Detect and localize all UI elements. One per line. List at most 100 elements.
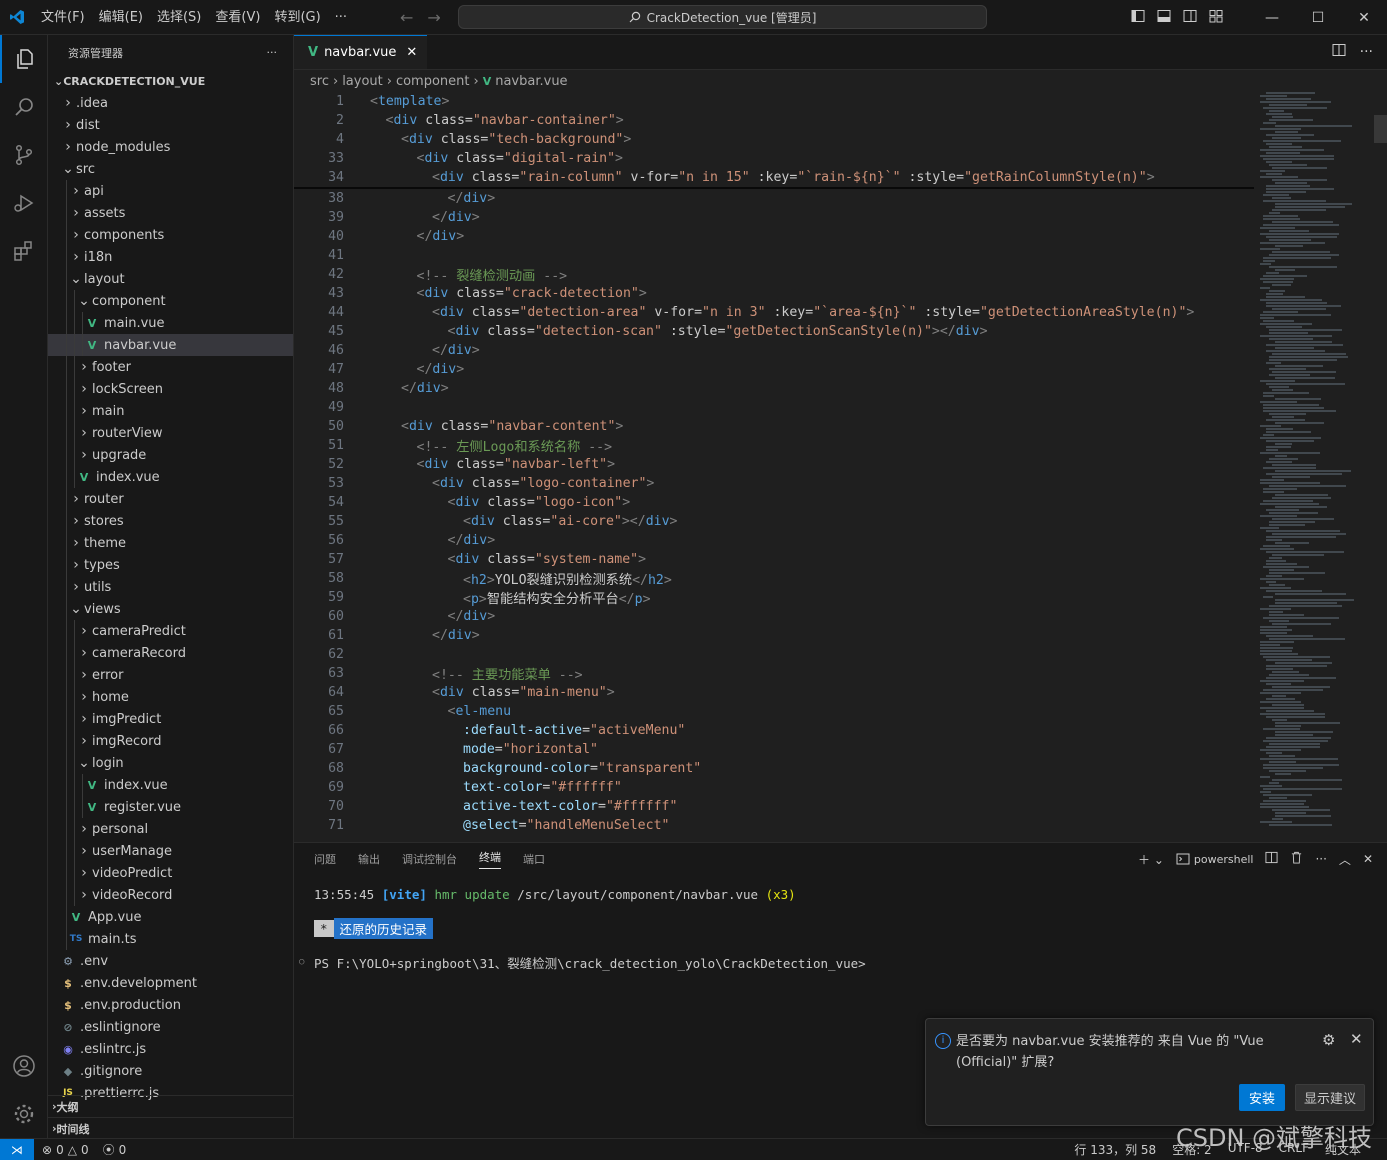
tree-item[interactable]: › error bbox=[48, 664, 293, 686]
tree-item[interactable]: › cameraPredict bbox=[48, 620, 293, 642]
back-arrow-icon[interactable]: ← bbox=[400, 8, 413, 27]
tree-item[interactable]: › cameraRecord bbox=[48, 642, 293, 664]
remote-indicator-icon[interactable]: ⋊ bbox=[0, 1138, 34, 1160]
show-recommendations-button[interactable]: 显示建议 bbox=[1295, 1084, 1365, 1111]
breadcrumb-layout[interactable]: layout bbox=[342, 74, 383, 89]
tree-item[interactable]: › node_modules bbox=[48, 136, 293, 158]
problems-status[interactable]: ⊗ 0 △ 0 bbox=[42, 1141, 89, 1158]
tree-item[interactable]: V App.vue bbox=[48, 906, 293, 928]
install-button[interactable]: 安装 bbox=[1239, 1084, 1285, 1111]
project-root[interactable]: ⌄ CRACKDETECTION_VUE bbox=[48, 70, 293, 92]
tree-item[interactable]: › utils bbox=[48, 576, 293, 598]
tree-item[interactable]: › stores bbox=[48, 510, 293, 532]
split-editor-icon[interactable] bbox=[1332, 43, 1346, 61]
forward-arrow-icon[interactable]: → bbox=[427, 8, 440, 27]
tree-item[interactable]: ◆ .gitignore bbox=[48, 1060, 293, 1082]
tab-terminal[interactable]: 终端 bbox=[479, 849, 501, 869]
search-activity-icon[interactable] bbox=[0, 83, 48, 131]
tree-item[interactable]: ⌄ src bbox=[48, 158, 293, 180]
tab-output[interactable]: 输出 bbox=[358, 851, 380, 867]
menu-edit[interactable]: 编辑(E) bbox=[92, 0, 150, 35]
tree-item[interactable]: › personal bbox=[48, 818, 293, 840]
tree-item[interactable]: ⌄ login bbox=[48, 752, 293, 774]
tree-item[interactable]: › i18n bbox=[48, 246, 293, 268]
minimize-icon[interactable]: — bbox=[1249, 10, 1295, 26]
tree-item[interactable]: › videoPredict bbox=[48, 862, 293, 884]
close-window-icon[interactable]: ✕ bbox=[1341, 10, 1387, 26]
tree-item[interactable]: ⊘ .eslintignore bbox=[48, 1016, 293, 1038]
tree-item[interactable]: › home bbox=[48, 686, 293, 708]
tree-item[interactable]: Vnavbar.vue bbox=[48, 334, 293, 356]
tree-item[interactable]: › dist bbox=[48, 114, 293, 136]
code-editor[interactable]: 1 <template> 2 <div class="navbar-container… bbox=[294, 92, 1254, 842]
tree-item[interactable]: Vregister.vue bbox=[48, 796, 293, 818]
tree-item[interactable]: ⚙ .env bbox=[48, 950, 293, 972]
tree-item[interactable]: › userManage bbox=[48, 840, 293, 862]
menu-more[interactable]: ··· bbox=[328, 0, 354, 35]
minimap[interactable] bbox=[1256, 92, 1374, 842]
toggle-secondary-sidebar-icon[interactable] bbox=[1177, 9, 1203, 27]
account-icon[interactable] bbox=[0, 1042, 48, 1090]
tree-item[interactable]: › lockScreen bbox=[48, 378, 293, 400]
breadcrumb-component[interactable]: component bbox=[396, 74, 470, 89]
tree-item[interactable]: › components bbox=[48, 224, 293, 246]
explorer-more-icon[interactable]: ··· bbox=[267, 46, 278, 59]
toggle-panel-icon[interactable] bbox=[1151, 9, 1177, 27]
tree-item[interactable]: › footer bbox=[48, 356, 293, 378]
tree-item[interactable]: Vindex.vue bbox=[48, 774, 293, 796]
kill-terminal-trash-icon[interactable] bbox=[1290, 851, 1303, 867]
tree-item[interactable]: ◉ .eslintrc.js bbox=[48, 1038, 293, 1060]
menu-go[interactable]: 转到(G) bbox=[267, 0, 327, 35]
new-terminal-plus-icon[interactable]: ＋ ⌄ bbox=[1138, 851, 1164, 868]
tree-item[interactable]: › theme bbox=[48, 532, 293, 554]
tree-item[interactable]: ⌄ views bbox=[48, 598, 293, 620]
tree-item[interactable]: › videoRecord bbox=[48, 884, 293, 906]
tree-item[interactable]: TS main.ts bbox=[48, 928, 293, 950]
tree-item[interactable]: › assets bbox=[48, 202, 293, 224]
editor-more-icon[interactable]: ··· bbox=[1360, 44, 1373, 60]
customize-layout-icon[interactable] bbox=[1203, 9, 1229, 27]
maximize-panel-chevron-up-icon[interactable]: ︿ bbox=[1339, 851, 1351, 868]
close-tab-icon[interactable]: ✕ bbox=[406, 45, 417, 60]
split-terminal-icon[interactable] bbox=[1265, 851, 1279, 867]
tree-item[interactable]: Vmain.vue bbox=[48, 312, 293, 334]
timeline-section[interactable]: › 时间线 bbox=[48, 1117, 293, 1138]
menu-view[interactable]: 查看(V) bbox=[208, 0, 267, 35]
outline-section[interactable]: › 大纲 bbox=[48, 1095, 293, 1117]
tree-item[interactable]: ⌄ component bbox=[48, 290, 293, 312]
breadcrumb-src[interactable]: src bbox=[310, 74, 329, 89]
editor-scrollbar[interactable] bbox=[1374, 115, 1387, 143]
source-control-icon[interactable] bbox=[0, 131, 48, 179]
breadcrumb-file[interactable]: navbar.vue bbox=[495, 74, 567, 89]
terminal-output[interactable]: 13:55:45 [vite] hmr update /src/layout/c… bbox=[299, 883, 866, 973]
tree-item[interactable]: › upgrade bbox=[48, 444, 293, 466]
menu-file[interactable]: 文件(F) bbox=[34, 0, 92, 35]
tab-problems[interactable]: 问题 bbox=[314, 851, 336, 867]
close-panel-icon[interactable]: ✕ bbox=[1363, 852, 1373, 866]
ports-status[interactable]: ⦿ 0 bbox=[103, 1141, 127, 1158]
maximize-icon[interactable]: ☐ bbox=[1295, 10, 1341, 26]
tree-item[interactable]: › main bbox=[48, 400, 293, 422]
tree-item[interactable]: ⌄ layout bbox=[48, 268, 293, 290]
tab-ports[interactable]: 端口 bbox=[523, 851, 545, 867]
cursor-position[interactable]: 行 133，列 58 bbox=[1074, 1141, 1156, 1158]
notification-close-icon[interactable]: ✕ bbox=[1350, 1030, 1363, 1048]
tree-item[interactable]: › router bbox=[48, 488, 293, 510]
tree-item[interactable]: $ .env.production bbox=[48, 994, 293, 1016]
tab-debug-console[interactable]: 调试控制台 bbox=[402, 851, 457, 867]
tree-item[interactable]: › imgRecord bbox=[48, 730, 293, 752]
tree-item[interactable]: › api bbox=[48, 180, 293, 202]
explorer-icon[interactable] bbox=[0, 35, 48, 83]
tree-item[interactable]: › types bbox=[48, 554, 293, 576]
tree-item[interactable]: › imgPredict bbox=[48, 708, 293, 730]
tree-item[interactable]: Vindex.vue bbox=[48, 466, 293, 488]
tab-navbar-vue[interactable]: V navbar.vue ✕ bbox=[294, 35, 428, 69]
notification-gear-icon[interactable]: ⚙ bbox=[1322, 1031, 1335, 1049]
extensions-icon[interactable] bbox=[0, 227, 48, 275]
tree-item[interactable]: $ .env.development bbox=[48, 972, 293, 994]
run-debug-icon[interactable] bbox=[0, 179, 48, 227]
manage-gear-icon[interactable] bbox=[0, 1090, 48, 1138]
command-center-search[interactable]: CrackDetection_vue [管理员] bbox=[458, 5, 987, 29]
tree-item[interactable]: › .idea bbox=[48, 92, 293, 114]
menu-selection[interactable]: 选择(S) bbox=[150, 0, 208, 35]
